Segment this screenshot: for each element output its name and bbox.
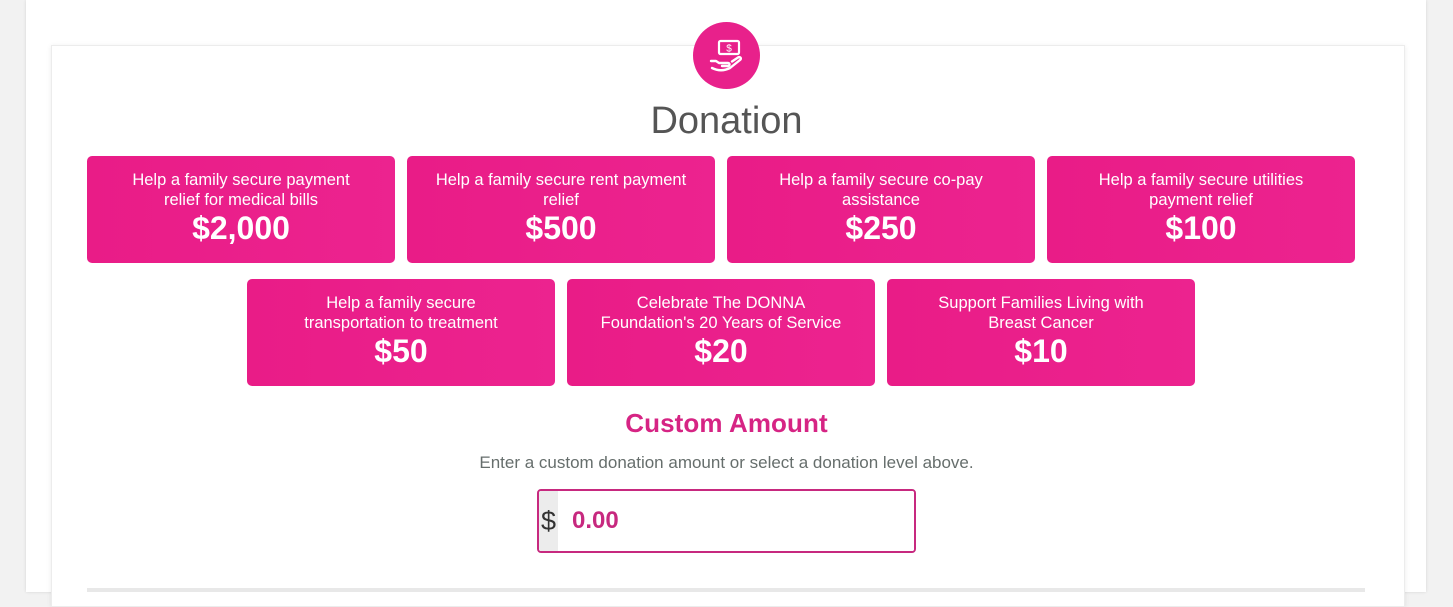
donation-level-amount: $20 [694, 333, 748, 369]
custom-amount-title: Custom Amount [625, 408, 828, 438]
page-title: Donation [650, 100, 803, 142]
donation-level-amount: $2,000 [192, 210, 290, 246]
donation-level-20[interactable]: Celebrate The DONNA Foundation's 20 Year… [567, 279, 875, 386]
donation-level-description: Celebrate The DONNA Foundation's 20 Year… [600, 294, 842, 332]
donation-level-description: Help a family secure transportation to t… [304, 294, 498, 332]
custom-amount-input[interactable] [558, 491, 914, 551]
donation-level-description: Help a family secure payment relief for … [132, 171, 350, 209]
donation-level-50[interactable]: Help a family secure transportation to t… [247, 279, 555, 386]
donation-level-100[interactable]: Help a family secure utilities payment r… [1047, 156, 1355, 263]
donation-level-2000[interactable]: Help a family secure payment relief for … [87, 156, 395, 263]
donation-level-250[interactable]: Help a family secure co-pay assistance $… [727, 156, 1035, 263]
donation-level-amount: $10 [1014, 333, 1068, 369]
donation-level-amount: $50 [374, 333, 428, 369]
donation-level-amount: $100 [1165, 210, 1237, 246]
donation-level-10[interactable]: Support Families Living with Breast Canc… [887, 279, 1195, 386]
donation-level-amount: $500 [525, 210, 597, 246]
donation-level-description: Help a family secure co-pay assistance [779, 171, 983, 209]
custom-amount-help-text: Enter a custom donation amount or select… [479, 453, 974, 472]
donation-level-description: Support Families Living with Breast Canc… [938, 294, 1144, 332]
donation-header-icon: $ [693, 22, 760, 89]
custom-amount-field: $ [537, 489, 916, 553]
svg-text:$: $ [726, 43, 732, 54]
donation-level-500[interactable]: Help a family secure rent payment relief… [407, 156, 715, 263]
section-divider [87, 588, 1365, 592]
hand-holding-money-icon: $ [709, 39, 742, 71]
currency-symbol: $ [539, 491, 558, 551]
donation-level-description: Help a family secure utilities payment r… [1098, 171, 1304, 209]
donation-level-amount: $250 [845, 210, 917, 246]
donation-level-description: Help a family secure rent payment relief [435, 171, 687, 209]
